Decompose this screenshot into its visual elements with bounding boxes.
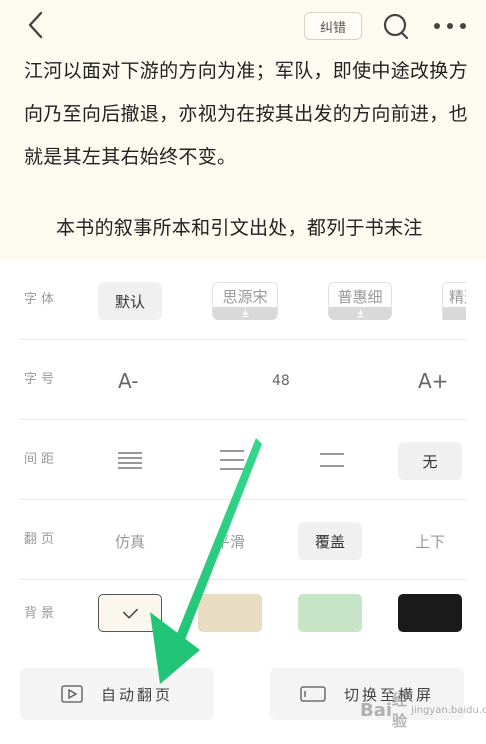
- font-row: 字体 默认 思源宋 普惠细 精选: [20, 260, 466, 340]
- landscape-icon: [300, 686, 326, 702]
- background-swatch-beige[interactable]: [198, 594, 262, 632]
- spacing-none-button[interactable]: 无: [398, 442, 462, 480]
- spacing-medium-icon: [220, 450, 244, 470]
- report-error-button[interactable]: 纠错: [304, 12, 362, 40]
- spacing-compact-icon: [118, 452, 142, 469]
- download-icon: [213, 307, 277, 320]
- font-option-selected[interactable]: 精选: [442, 282, 466, 320]
- play-icon: [61, 685, 83, 703]
- page-turn-smooth-option[interactable]: 平滑: [198, 522, 262, 560]
- font-size-label: 字号: [24, 372, 59, 387]
- check-icon: [122, 608, 139, 619]
- page-turn-simulation-option[interactable]: 仿真: [98, 522, 162, 560]
- font-option-default[interactable]: 默认: [98, 282, 162, 320]
- more-button[interactable]: [432, 12, 468, 40]
- font-option-puhui-light[interactable]: 普惠细: [328, 282, 392, 320]
- font-size-row: 字号 A- 48 A+: [20, 340, 466, 420]
- background-swatch-green[interactable]: [298, 594, 362, 632]
- baidu-watermark: Bai 经验 jingyan.baidu.com: [360, 691, 486, 730]
- auto-page-turn-button[interactable]: 自动翻页: [20, 668, 214, 720]
- font-size-decrease-button[interactable]: A-: [118, 362, 138, 400]
- more-dots-icon: [434, 23, 466, 29]
- search-button[interactable]: [382, 12, 410, 40]
- reading-area[interactable]: 江河以面对下游的方向为准；军队，即使中途改换方向乃至向后撤退，亦视为在按其出发的…: [0, 50, 486, 260]
- font-option-siyuan-song[interactable]: 思源宋: [212, 282, 278, 320]
- download-icon: [443, 307, 466, 320]
- page-turn-vertical-option[interactable]: 上下: [398, 522, 462, 560]
- reader-settings-panel: 字体 默认 思源宋 普惠细 精选 字号 A- 48 A+ 间距: [0, 260, 486, 744]
- download-icon: [329, 307, 391, 320]
- spacing-loose-button[interactable]: [318, 447, 346, 473]
- font-label: 字体: [24, 292, 59, 307]
- page-turn-row: 翻页 仿真 平滑 覆盖 上下: [20, 500, 466, 580]
- spacing-loose-icon: [320, 453, 344, 467]
- book-paragraph: 江河以面对下游的方向为准；军队，即使中途改换方向乃至向后撤退，亦视为在按其出发的…: [24, 60, 468, 168]
- line-spacing-label: 间距: [24, 452, 59, 467]
- background-label: 背景: [24, 606, 59, 621]
- book-paragraph: 本书的叙事所本和引文出处，都列于书末注: [56, 217, 423, 239]
- page-turn-cover-option[interactable]: 覆盖: [298, 522, 362, 560]
- font-size-value: 48: [272, 373, 290, 389]
- line-spacing-row: 间距 无: [20, 420, 466, 500]
- spacing-compact-button[interactable]: [116, 447, 144, 473]
- background-swatch-dark[interactable]: [398, 594, 462, 632]
- font-size-increase-button[interactable]: A+: [418, 362, 448, 400]
- back-button[interactable]: [22, 10, 52, 40]
- search-icon: [383, 13, 409, 40]
- top-bar: 纠错: [0, 0, 486, 50]
- back-arrow-icon: [28, 11, 43, 39]
- page-turn-label: 翻页: [24, 532, 59, 547]
- spacing-medium-button[interactable]: [218, 447, 246, 473]
- background-swatch-cream[interactable]: [98, 594, 162, 632]
